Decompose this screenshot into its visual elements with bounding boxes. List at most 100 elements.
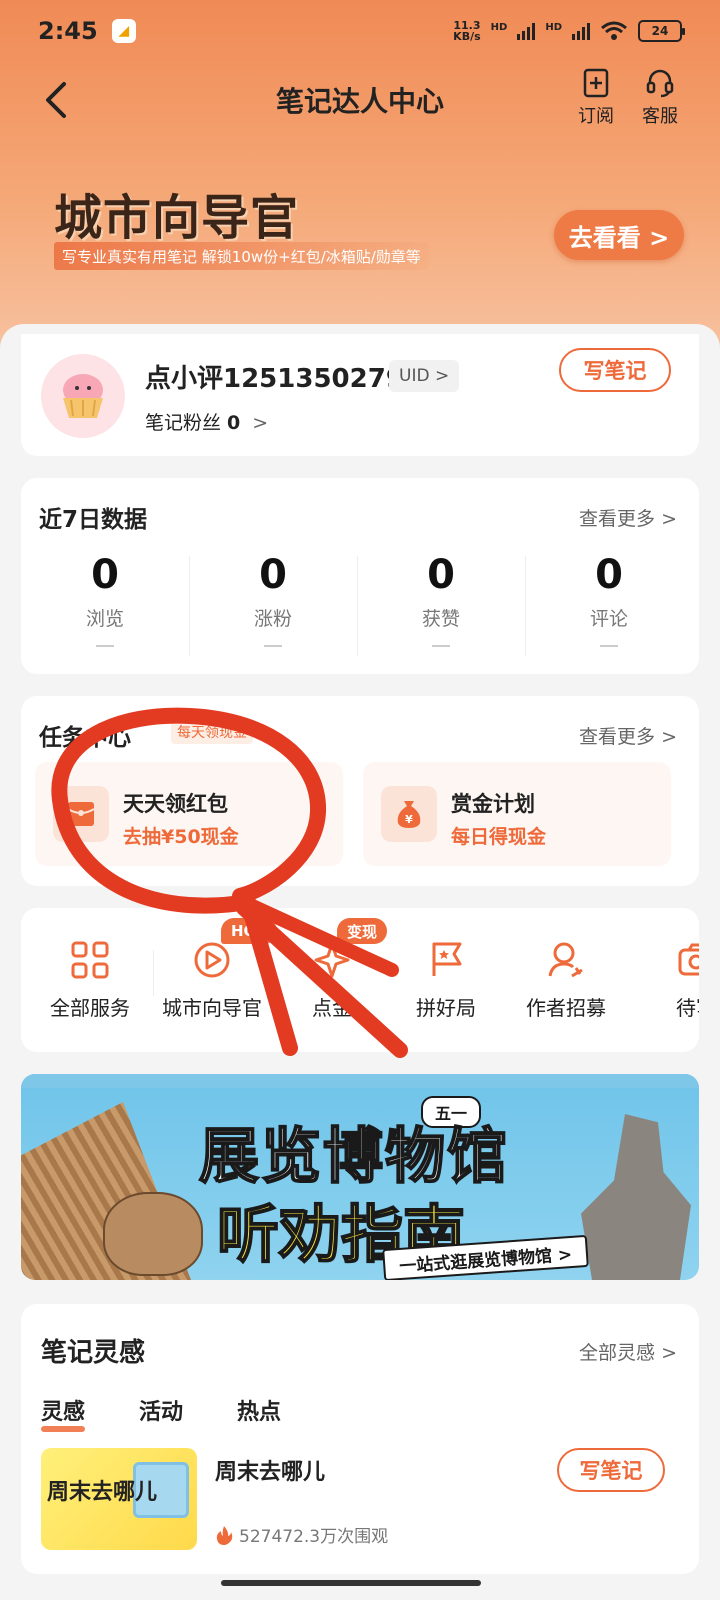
headset-icon [646,69,674,98]
status-bar: 2:45 ◢ 11.3 KB/s HD HD 24 [0,0,720,62]
banner-go-button[interactable]: 去看看 > [554,210,684,260]
uid-tag[interactable]: UID > [389,360,460,392]
battery-level: 24 [651,24,669,38]
subscribe-icon [583,68,609,98]
task-subtitle: 每日得现金 [451,826,547,848]
stats-more-link[interactable]: 查看更多 > [579,504,677,531]
sparkle-icon [314,942,350,978]
note-inspiration-card: 笔记灵感 全部灵感 > 灵感 活动 热点 周末去哪儿 周末去哪儿 527472.… [21,1304,699,1574]
service-label: 作者招募 [526,996,606,1020]
tasks-tag: 每天领现金 [171,720,253,744]
avatar[interactable] [41,354,125,438]
service-author-recruit[interactable]: 作者招募 [501,940,631,1021]
monetize-badge: 变现 [337,918,388,944]
stat-likes-trend [432,645,450,647]
stat-comments[interactable]: 0 评论 [525,550,693,647]
hd-label-1: HD [490,22,508,33]
stat-new-fans[interactable]: 0 涨粉 [189,550,357,647]
tab-inspiration[interactable]: 灵感 [41,1394,86,1432]
idea-title[interactable]: 周末去哪儿 [215,1454,325,1486]
person-icon [548,942,583,978]
tasks-title: 任务中心 [39,725,131,751]
ideas-title: 笔记灵感 [41,1338,146,1368]
compass-play-icon [194,942,230,978]
stat-comments-label: 评论 [589,608,628,630]
subscribe-button[interactable]: 订阅 [566,68,626,128]
signal-icon [517,22,536,40]
signal-icon-2 [572,22,590,40]
promo-title-line1: 展览博物馆 [198,1121,509,1193]
promo-top-strip [21,1074,699,1088]
wifi-icon [601,21,627,40]
pottery-illustration [103,1192,203,1276]
stat-views-label: 浏览 [85,608,124,630]
idea-views-text: 527472.3万次围观 [239,1527,389,1547]
svg-text:¥: ¥ [405,813,413,826]
stat-likes-label: 获赞 [421,608,460,630]
service-to-write[interactable]: 待写 [631,940,699,1021]
service-city-guide[interactable]: 城市向导官 [147,940,277,1021]
service-dianjin[interactable]: 点金 [267,940,397,1021]
service-label: 全部服务 [50,996,130,1020]
status-right: 11.3 KB/s HD HD 24 [453,20,685,42]
flame-icon [216,1525,233,1545]
money-bag-icon: ¥ [381,786,437,842]
home-indicator[interactable] [221,1580,481,1586]
flag-icon [432,942,462,976]
stat-likes-value: 0 [427,552,455,598]
status-time: 2:45 [38,17,98,45]
task-bounty-plan[interactable]: ¥ 赏金计划 每日得现金 [363,762,671,866]
services-card: 全部服务 城市向导官 HOT 点金 变现 拼好局 作者招募 待写 [21,908,699,1052]
task-daily-red-envelope[interactable]: 天天领红包 去抽¥50现金 [35,762,343,866]
app-notification-icon: ◢ [111,19,136,43]
cupcake-avatar-icon [63,374,103,418]
camera-icon [678,943,699,976]
service-label: 城市向导官 [162,996,262,1020]
stat-new-fans-value: 0 [259,552,287,598]
task-title: 天天领红包 [123,792,228,816]
stat-new-fans-trend [264,645,282,647]
tab-hot[interactable]: 热点 [237,1394,281,1426]
tab-activity[interactable]: 活动 [139,1394,183,1426]
service-group-deal[interactable]: 拼好局 [381,940,511,1021]
tasks-more-link[interactable]: 查看更多 > [579,722,677,749]
stat-comments-value: 0 [595,552,623,598]
hd-label-2: HD [545,22,562,33]
customer-service-button[interactable]: 客服 [630,68,690,128]
service-label: 待写 [676,996,699,1020]
service-label: 拼好局 [416,996,476,1020]
idea-write-note-button[interactable]: 写笔记 [557,1448,665,1492]
stats-title: 近7日数据 [39,507,148,533]
idea-thumbnail[interactable]: 周末去哪儿 [41,1448,197,1550]
stat-comments-trend [600,645,618,647]
grid-icon [71,941,109,979]
red-envelope-icon [53,786,109,842]
battery-icon: 24 [638,20,685,42]
idea-views: 527472.3万次围观 [215,1522,388,1547]
stat-views-value: 0 [91,552,119,598]
stat-new-fans-label: 涨粉 [253,608,292,630]
net-speed-unit: KB/s [453,30,481,43]
customer-service-label: 客服 [642,106,678,127]
note-fans[interactable]: 笔记粉丝 0 > [145,408,268,435]
write-note-button[interactable]: 写笔记 [559,348,671,392]
stats-card: 近7日数据 查看更多 > 0 浏览 0 涨粉 0 获赞 0 评论 [21,478,699,674]
service-all[interactable]: 全部服务 [25,940,155,1021]
task-center-card: 任务中心 每天领现金 查看更多 > 天天领红包 去抽¥50现金 ¥ 赏金计划 每… [21,696,699,886]
horse-statue-illustration [581,1114,691,1280]
stat-likes[interactable]: 0 获赞 [357,550,525,647]
ideas-tabs: 灵感 活动 热点 [41,1394,281,1432]
city-guide-banner[interactable]: 城市向导官 写专业真实有用笔记 解锁10w份+红包/冰箱贴/勋章等 去看看 > [0,160,720,280]
task-title: 赏金计划 [451,792,535,816]
ideas-more-link[interactable]: 全部灵感 > [579,1338,677,1365]
service-label: 点金 [312,996,352,1020]
username: 点小评1251350279 [145,364,404,394]
fans-arrow: > [252,412,269,434]
net-speed: 11.3 KB/s [453,20,480,42]
task-subtitle: 去抽¥50现金 [123,826,239,848]
banner-subtitle: 写专业真实有用笔记 解锁10w份+红包/冰箱贴/勋章等 [54,242,429,270]
museum-guide-banner[interactable]: 五一 展览博物馆 听劝指南 一站式逛展览博物馆 > [21,1074,699,1280]
stat-views[interactable]: 0 浏览 [21,550,189,647]
nav-bar: 笔记达人中心 订阅 客服 [0,62,720,138]
subscribe-label: 订阅 [578,106,614,127]
